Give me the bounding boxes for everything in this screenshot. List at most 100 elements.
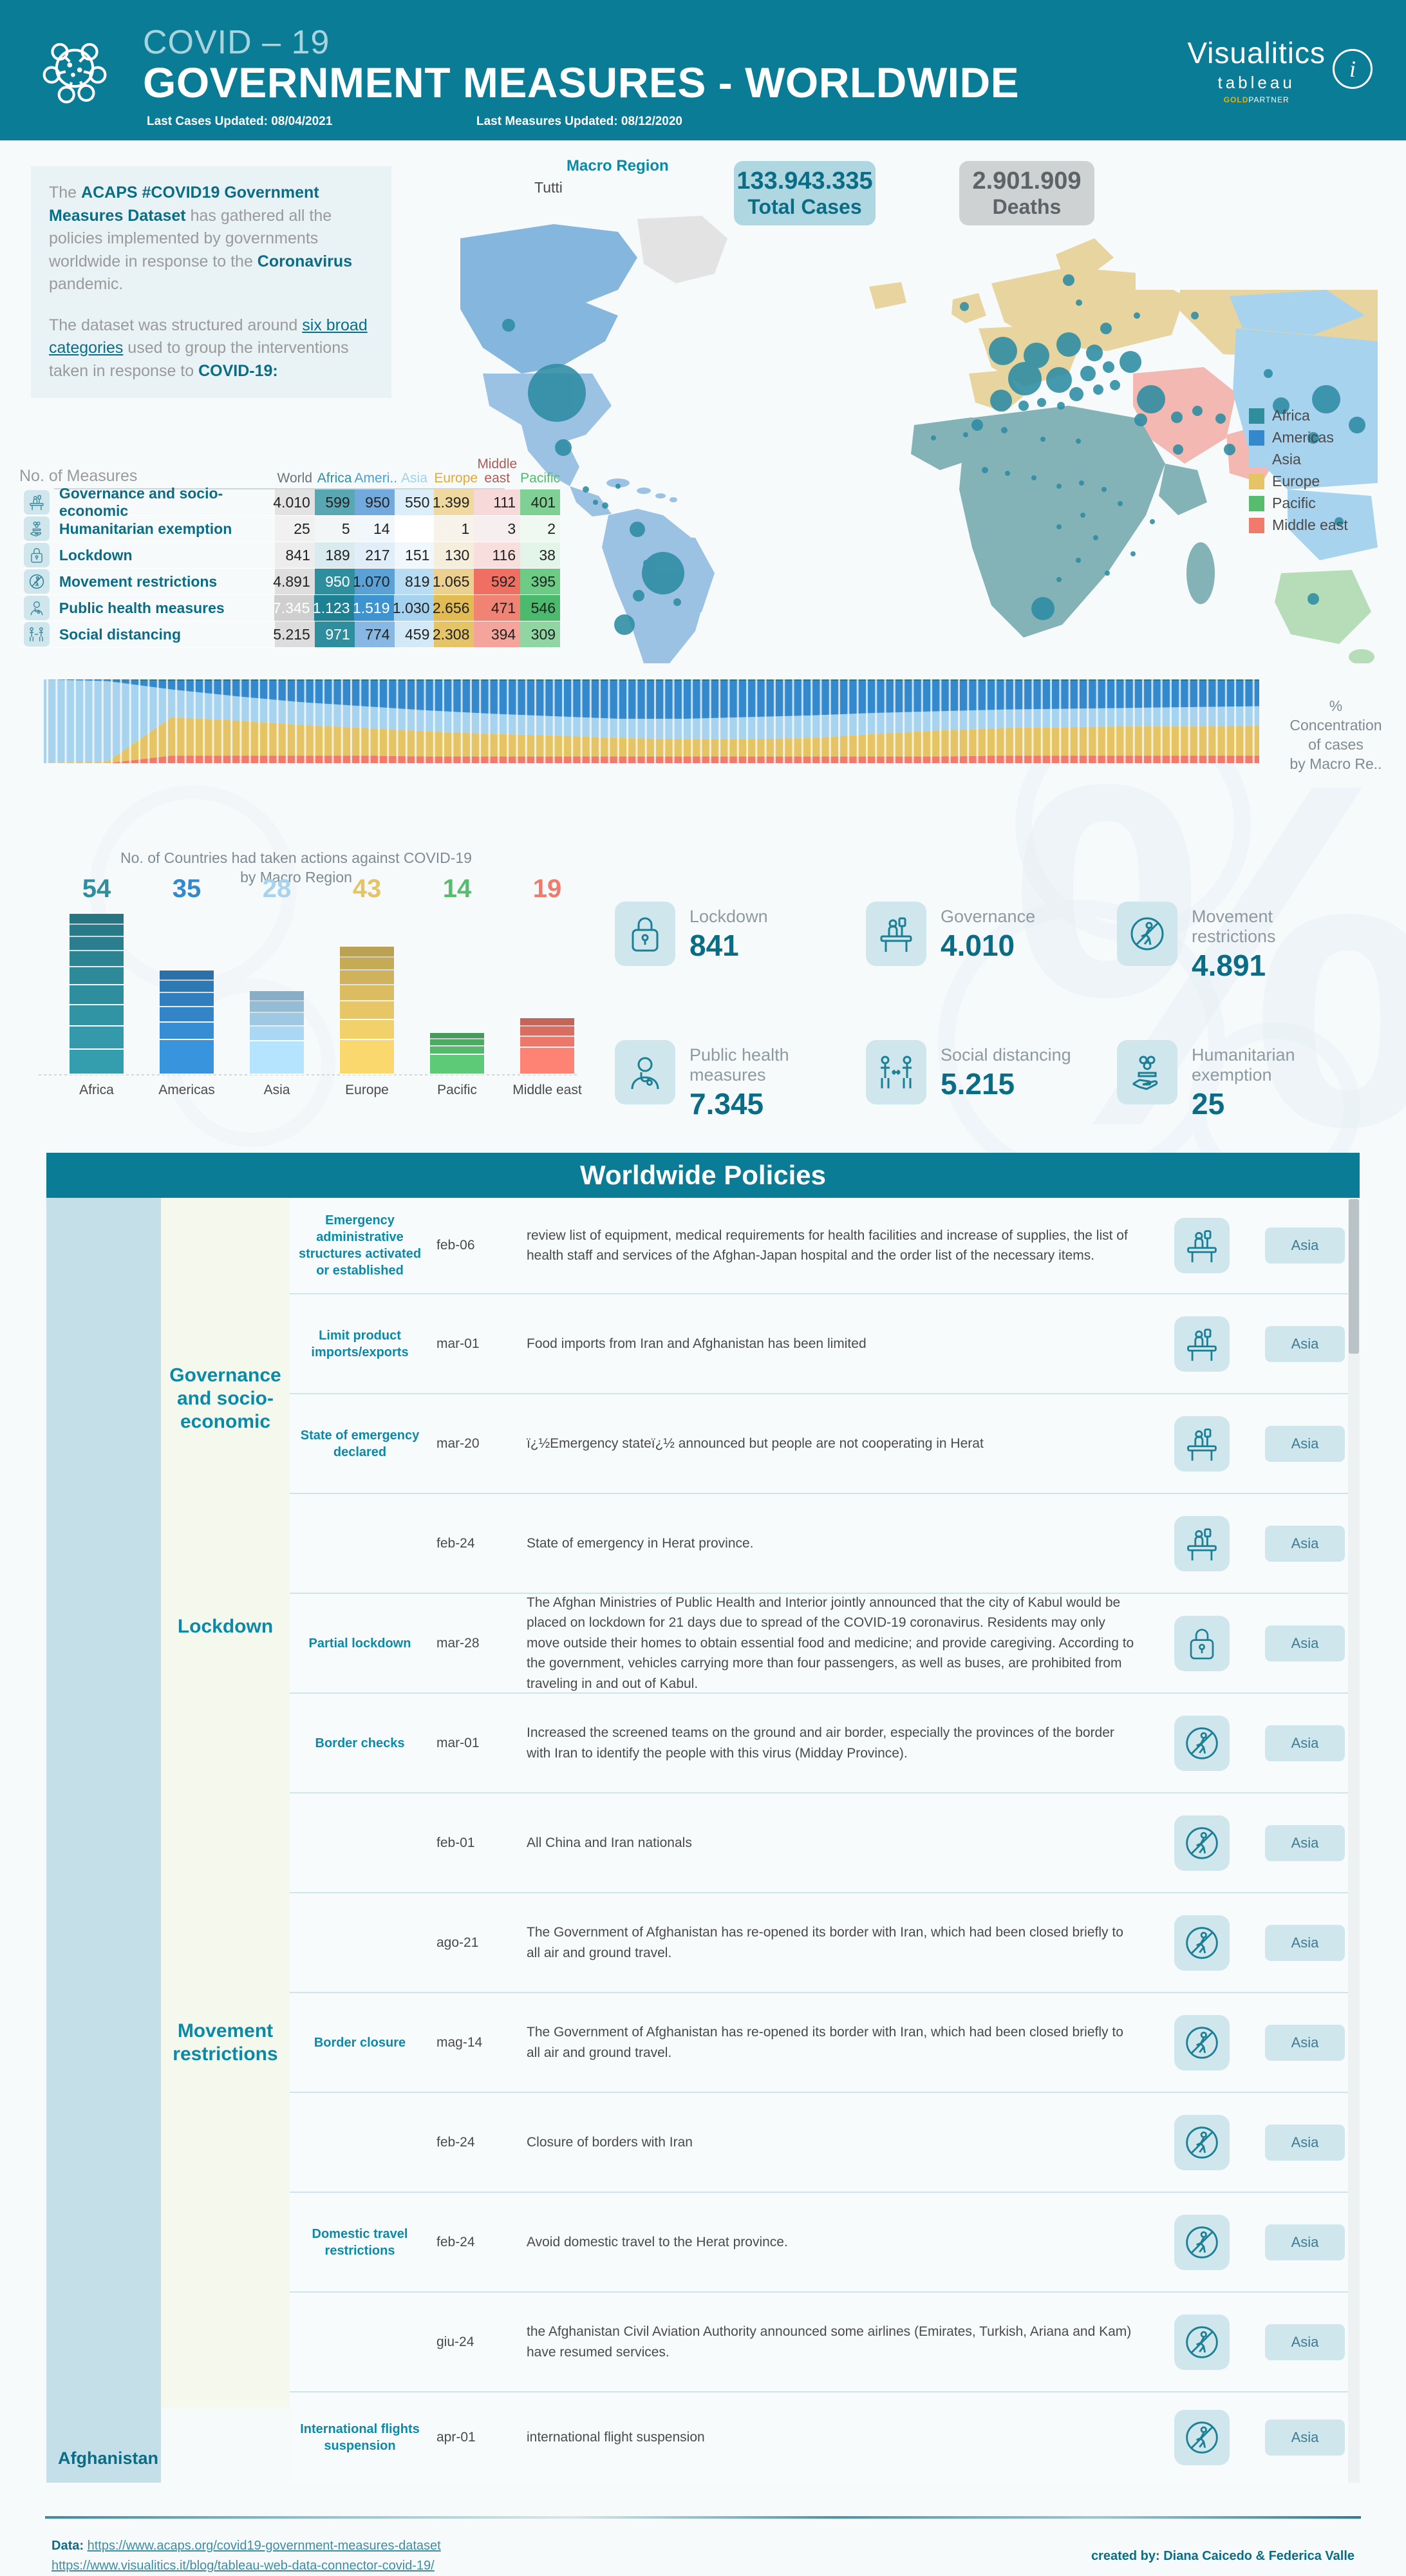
policy-row[interactable]: giu-24 the Afghanistan Civil Aviation Aut… <box>290 2293 1360 2392</box>
measure-value-cell[interactable]: 2.308 <box>433 621 474 647</box>
scrollbar-thumb[interactable] <box>1349 1199 1359 1354</box>
measure-value-cell[interactable]: 1.065 <box>433 569 474 594</box>
policy-row[interactable]: Border checks mar-01 Increased the screene… <box>290 1694 1360 1794</box>
policies-scrollbar[interactable] <box>1348 1198 1360 2483</box>
measure-value-cell[interactable]: 1.123 <box>313 595 355 621</box>
measure-value-cell[interactable]: 5.215 <box>273 621 315 647</box>
bar-segment[interactable] <box>250 1026 304 1042</box>
concentration-area-chart[interactable] <box>44 679 1259 763</box>
bar-segment[interactable] <box>70 1050 124 1075</box>
policy-row[interactable]: ago-21 The Government of Afghanistan has … <box>290 1893 1360 1993</box>
bar-segment[interactable] <box>430 1046 484 1056</box>
bar-segment[interactable] <box>340 1039 394 1075</box>
bar-segment[interactable] <box>340 946 394 958</box>
kpi-card-humanitarian-exemption[interactable]: Humanitarian exemption 25 <box>1117 1040 1340 1121</box>
measure-value-cell[interactable]: 546 <box>520 595 560 621</box>
bar-segment[interactable] <box>70 1005 124 1027</box>
legend-item[interactable]: Americas <box>1249 429 1348 446</box>
policy-row[interactable]: feb-01 All China and Iran nationals Asia <box>290 1794 1360 1893</box>
kpi-card-public-health[interactable]: Public health measures 7.345 <box>615 1040 838 1121</box>
bar-segment[interactable] <box>70 967 124 986</box>
legend-item[interactable]: Middle east <box>1249 516 1348 534</box>
bar-segment[interactable] <box>160 1039 214 1075</box>
measure-value-cell[interactable]: 14 <box>354 516 395 542</box>
policy-row[interactable]: feb-24 State of emergency in Herat provin… <box>290 1494 1360 1594</box>
measure-value-cell[interactable]: 1.399 <box>433 489 474 515</box>
bar-segment[interactable] <box>430 1033 484 1039</box>
bar-column[interactable] <box>340 946 394 1075</box>
policy-region-badge[interactable]: Asia <box>1265 1227 1345 1264</box>
policy-region-badge[interactable]: Asia <box>1265 1625 1345 1662</box>
bar-segment[interactable] <box>250 1013 304 1027</box>
column-header-pacific[interactable]: Pacific <box>520 471 560 489</box>
bar-segment[interactable] <box>160 993 214 1007</box>
bar-segment[interactable] <box>340 1001 394 1020</box>
kpi-card-lockdown[interactable]: Lockdown 841 <box>615 902 768 966</box>
measures-table-row[interactable]: Governance and socio-economic 4.010 599 950… <box>19 485 561 519</box>
bar-segment[interactable] <box>340 985 394 1002</box>
measure-value-cell[interactable]: 971 <box>314 621 355 647</box>
bar-segment[interactable] <box>160 970 214 981</box>
measure-value-cell[interactable]: 309 <box>520 621 561 647</box>
info-icon[interactable]: i <box>1333 49 1373 89</box>
measure-value-cell[interactable]: 2.656 <box>433 595 474 621</box>
bar-segment[interactable] <box>250 1041 304 1075</box>
policy-row[interactable]: Border closure mag-14 The Government of Af… <box>290 1993 1360 2093</box>
kpi-card-social-distancing[interactable]: Social distancing 5.215 <box>866 1040 1071 1104</box>
measure-value-cell[interactable]: 4.010 <box>273 489 315 515</box>
measure-value-cell[interactable]: 774 <box>354 621 395 647</box>
area-series-africa[interactable] <box>44 679 1259 681</box>
bar-segment[interactable] <box>250 1001 304 1014</box>
column-header-middle-east[interactable]: Middle east <box>474 457 520 489</box>
macro-region-filter-value[interactable]: Tutti <box>534 179 563 196</box>
policy-row[interactable]: State of emergency declared mar-20 ï¿½Emer… <box>290 1394 1360 1494</box>
measure-value-cell[interactable]: 151 <box>394 542 435 568</box>
measure-value-cell[interactable]: 395 <box>520 569 561 594</box>
kpi-card-governance[interactable]: Governance 4.010 <box>866 902 1035 966</box>
column-header-world[interactable]: World <box>275 471 315 489</box>
bar-segment[interactable] <box>520 1018 574 1027</box>
policy-region-badge[interactable]: Asia <box>1265 1525 1345 1562</box>
measure-value-cell[interactable]: 1.030 <box>393 595 435 621</box>
area-series-middle-east[interactable] <box>44 755 1259 763</box>
bar-segment[interactable] <box>520 1027 574 1037</box>
policy-region-badge[interactable]: Asia <box>1265 2224 1345 2260</box>
measure-value-cell[interactable]: 950 <box>354 489 395 515</box>
policy-region-badge[interactable]: Asia <box>1265 1824 1345 1861</box>
policy-row[interactable]: Limit product imports/exports mar-01 Food … <box>290 1294 1360 1394</box>
footer-link-visualitics[interactable]: https://www.visualitics.it/blog/tableau-… <box>52 2559 435 2573</box>
policy-row[interactable]: Domestic travel restrictions feb-24 Avoid … <box>290 2193 1360 2293</box>
bar-column[interactable] <box>250 991 304 1075</box>
measure-value-cell[interactable]: 116 <box>474 542 521 568</box>
measure-value-cell[interactable]: 2 <box>520 516 560 542</box>
bar-column[interactable] <box>160 970 214 1075</box>
bar-segment[interactable] <box>160 1007 214 1023</box>
measure-value-cell[interactable]: 819 <box>394 569 435 594</box>
bar-segment[interactable] <box>340 958 394 971</box>
column-header-europe[interactable]: Europe <box>434 471 478 489</box>
bar-segment[interactable] <box>70 951 124 968</box>
bar-segment[interactable] <box>70 985 124 1005</box>
bar-segment[interactable] <box>520 1048 574 1075</box>
bar-segment[interactable] <box>70 1026 124 1050</box>
measure-value-cell[interactable] <box>394 516 435 542</box>
policy-region-badge[interactable]: Asia <box>1265 1725 1345 1761</box>
measures-table-row[interactable]: Humanitarian exemption 25 5 14 1 3 2 <box>19 516 560 542</box>
legend-item[interactable]: Pacific <box>1249 495 1348 512</box>
measures-table-row[interactable]: Movement restrictions 4.891 950 1.070 819 1.0… <box>19 569 561 595</box>
policy-row[interactable]: Partial lockdown mar-28 The Afghan Ministr… <box>290 1594 1360 1694</box>
bar-segment[interactable] <box>160 1022 214 1040</box>
measures-table-row[interactable]: Lockdown 841 189 217 151 130 116 38 <box>19 542 560 569</box>
measure-value-cell[interactable]: 1.070 <box>353 569 395 594</box>
legend-item[interactable]: Africa <box>1249 407 1348 424</box>
legend-item[interactable]: Asia <box>1249 451 1348 468</box>
policy-region-badge[interactable]: Asia <box>1265 2124 1345 2161</box>
measures-table-row[interactable]: Social distancing 5.215 971 774 459 2.308 394 3… <box>19 621 561 648</box>
measure-value-cell[interactable]: 950 <box>314 569 355 594</box>
measure-value-cell[interactable]: 25 <box>275 516 315 542</box>
footer-link-acaps[interactable]: https://www.acaps.org/covid19-government… <box>88 2539 441 2553</box>
column-header-americas[interactable]: Ameri.. <box>355 471 398 489</box>
measure-value-cell[interactable]: 550 <box>394 489 435 515</box>
bar-column[interactable] <box>520 1018 574 1075</box>
bar-segment[interactable] <box>250 991 304 1001</box>
